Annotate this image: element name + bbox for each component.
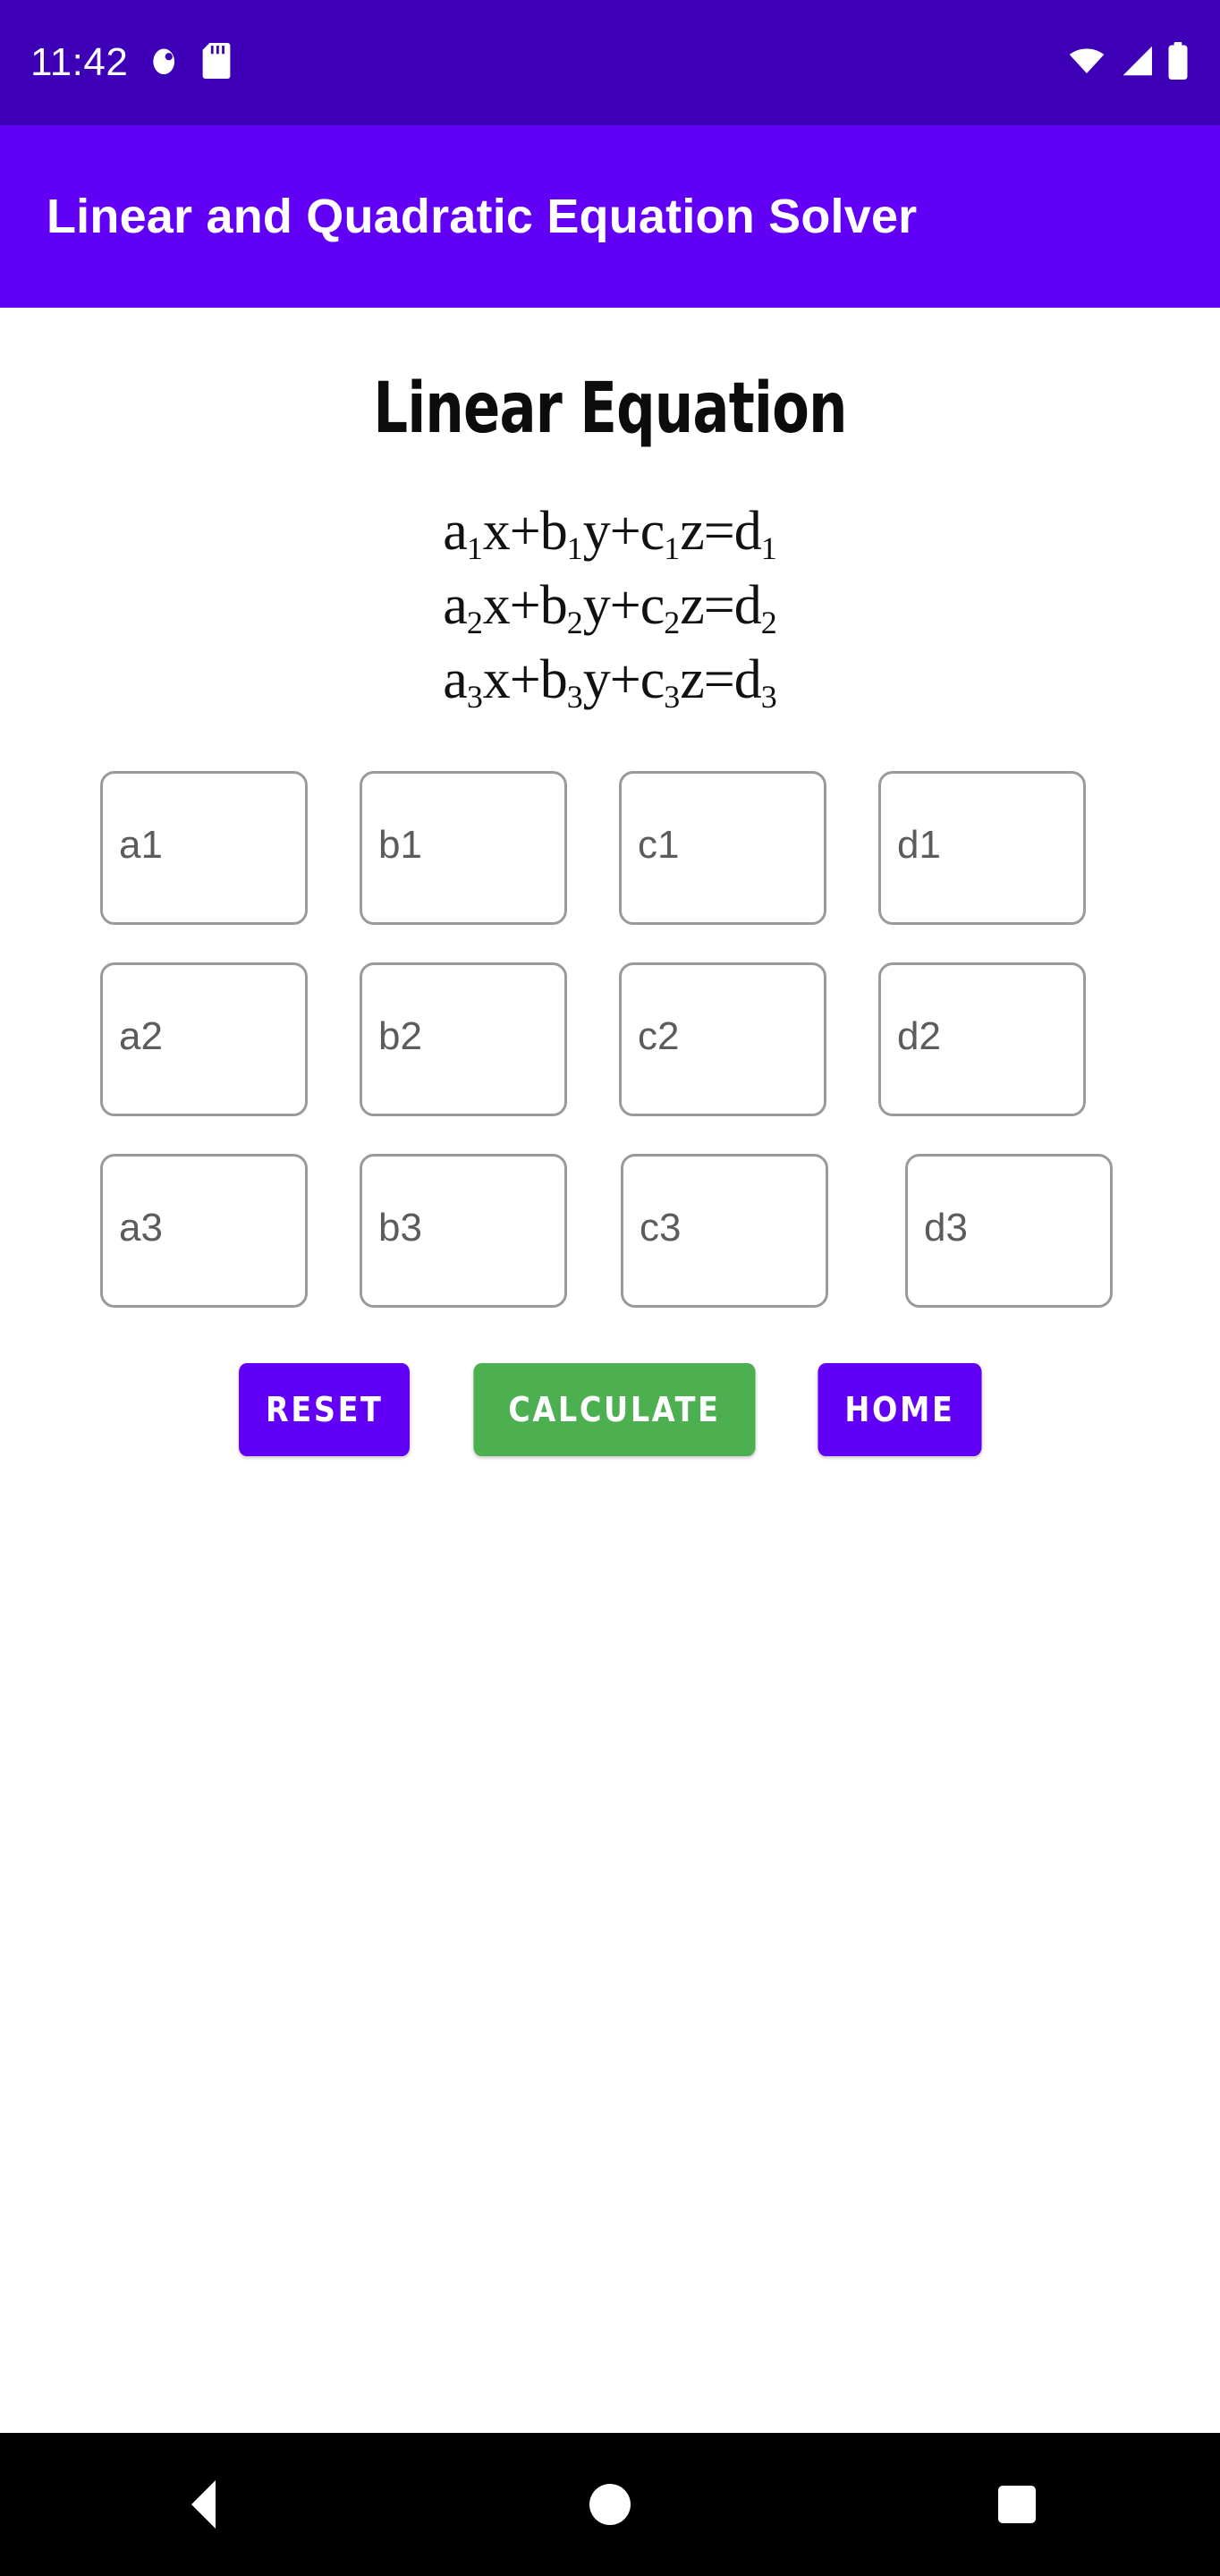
field-cell-a2	[100, 962, 308, 1116]
eq2-equals: =	[703, 575, 735, 637]
nav-home-button[interactable]	[521, 2433, 699, 2576]
eq2-c: c	[640, 575, 665, 637]
nav-recents-button[interactable]	[928, 2433, 1106, 2576]
field-cell-d1	[878, 770, 1086, 925]
eq2-b: b	[539, 575, 568, 637]
equation-row-3: a3x+b3y+c3z=d3	[0, 644, 1220, 718]
eq3-plus-2: +	[609, 649, 641, 711]
coefficient-row-1	[100, 770, 1132, 925]
field-cell-b1	[360, 770, 567, 925]
eq3-equals: =	[703, 649, 735, 711]
android-navigation-bar	[0, 2433, 1220, 2576]
d3-input[interactable]	[905, 1153, 1113, 1308]
eq1-y: y	[582, 501, 611, 562]
equation-row-1: a1x+b1y+c1z=d1	[0, 496, 1220, 570]
eq2-d-sub: 2	[760, 605, 777, 641]
eq1-a: a	[443, 501, 468, 562]
eq2-plus-2: +	[609, 575, 641, 637]
field-cell-a3	[100, 1153, 308, 1308]
status-bar-clock: 11:42	[30, 40, 129, 84]
eq1-b-sub: 1	[566, 530, 583, 566]
a3-input[interactable]	[100, 1153, 308, 1308]
eq1-a-sub: 1	[466, 530, 483, 566]
eq2-d: d	[733, 575, 762, 637]
eq3-c: c	[640, 649, 665, 711]
eq1-z: z	[680, 501, 705, 562]
cellular-signal-icon	[1118, 45, 1154, 81]
field-cell-d3	[905, 1153, 1113, 1308]
coefficient-input-grid	[0, 770, 1220, 1308]
eq1-c: c	[640, 501, 665, 562]
main-content: Linear Equation a1x+b1y+c1z=d1 a2x+b2y+c…	[0, 308, 1220, 2433]
page-title: Linear Equation	[373, 369, 847, 449]
eq2-plus-1: +	[509, 575, 541, 637]
eq3-y: y	[582, 649, 611, 711]
eq3-a: a	[443, 649, 468, 711]
eq3-b: b	[539, 649, 568, 711]
nav-back-button[interactable]	[114, 2433, 292, 2576]
field-cell-a1	[100, 770, 308, 925]
a2-input[interactable]	[100, 962, 308, 1116]
eq2-z: z	[680, 575, 705, 637]
home-button[interactable]: HOME	[818, 1362, 982, 1456]
eq2-a-sub: 2	[466, 605, 483, 641]
eq2-b-sub: 2	[566, 605, 583, 641]
app-title: Linear and Quadratic Equation Solver	[47, 190, 918, 243]
reset-button[interactable]: RESET	[239, 1362, 411, 1456]
alarm-clock-icon	[148, 44, 182, 82]
c3-input[interactable]	[621, 1153, 828, 1308]
wifi-icon	[1068, 45, 1106, 81]
eq3-z: z	[680, 649, 705, 711]
eq1-plus-2: +	[609, 501, 641, 562]
c1-input[interactable]	[619, 770, 826, 925]
action-button-row: RESET CALCULATE HOME	[0, 1362, 1220, 1456]
coefficient-row-2	[100, 962, 1132, 1116]
eq3-x: x	[482, 649, 511, 711]
eq1-equals: =	[703, 501, 735, 562]
d1-input[interactable]	[878, 770, 1086, 925]
field-cell-c1	[619, 770, 826, 925]
d2-input[interactable]	[878, 962, 1086, 1116]
status-bar: 11:42	[0, 0, 1220, 125]
eq1-plus-1: +	[509, 501, 541, 562]
eq3-d: d	[733, 649, 762, 711]
home-icon	[589, 2484, 631, 2525]
eq1-x: x	[482, 501, 511, 562]
eq3-a-sub: 3	[466, 679, 483, 716]
equation-row-2: a2x+b2y+c2z=d2	[0, 570, 1220, 644]
calculate-button[interactable]: CALCULATE	[473, 1362, 756, 1456]
eq3-c-sub: 3	[664, 679, 681, 716]
status-bar-right	[1068, 41, 1190, 84]
eq1-b: b	[539, 501, 568, 562]
back-icon	[191, 2480, 216, 2529]
b2-input[interactable]	[360, 962, 567, 1116]
field-cell-c3	[621, 1153, 828, 1308]
eq1-d-sub: 1	[760, 530, 777, 566]
eq1-d: d	[733, 501, 762, 562]
recent-apps-icon	[997, 2486, 1036, 2523]
b3-input[interactable]	[360, 1153, 567, 1308]
eq1-c-sub: 1	[664, 530, 681, 566]
coefficient-row-3	[100, 1153, 1132, 1308]
eq3-plus-1: +	[509, 649, 541, 711]
equation-system: a1x+b1y+c1z=d1 a2x+b2y+c2z=d2 a3x+b3y+c3…	[0, 496, 1220, 719]
b1-input[interactable]	[360, 770, 567, 925]
eq2-x: x	[482, 575, 511, 637]
field-cell-c2	[619, 962, 826, 1116]
eq2-c-sub: 2	[664, 605, 681, 641]
app-screen: 11:42 Linear and Quadratic Equation Solv…	[0, 0, 1220, 2576]
eq3-b-sub: 3	[566, 679, 583, 716]
battery-icon	[1166, 41, 1190, 84]
c2-input[interactable]	[619, 962, 826, 1116]
field-cell-d2	[878, 962, 1086, 1116]
field-cell-b2	[360, 962, 567, 1116]
app-bar: Linear and Quadratic Equation Solver	[0, 125, 1220, 308]
eq2-a: a	[443, 575, 468, 637]
status-bar-left: 11:42	[30, 40, 232, 84]
field-cell-b3	[360, 1153, 567, 1308]
eq3-d-sub: 3	[760, 679, 777, 716]
eq2-y: y	[582, 575, 611, 637]
sd-card-icon	[201, 42, 232, 83]
a1-input[interactable]	[100, 770, 308, 925]
